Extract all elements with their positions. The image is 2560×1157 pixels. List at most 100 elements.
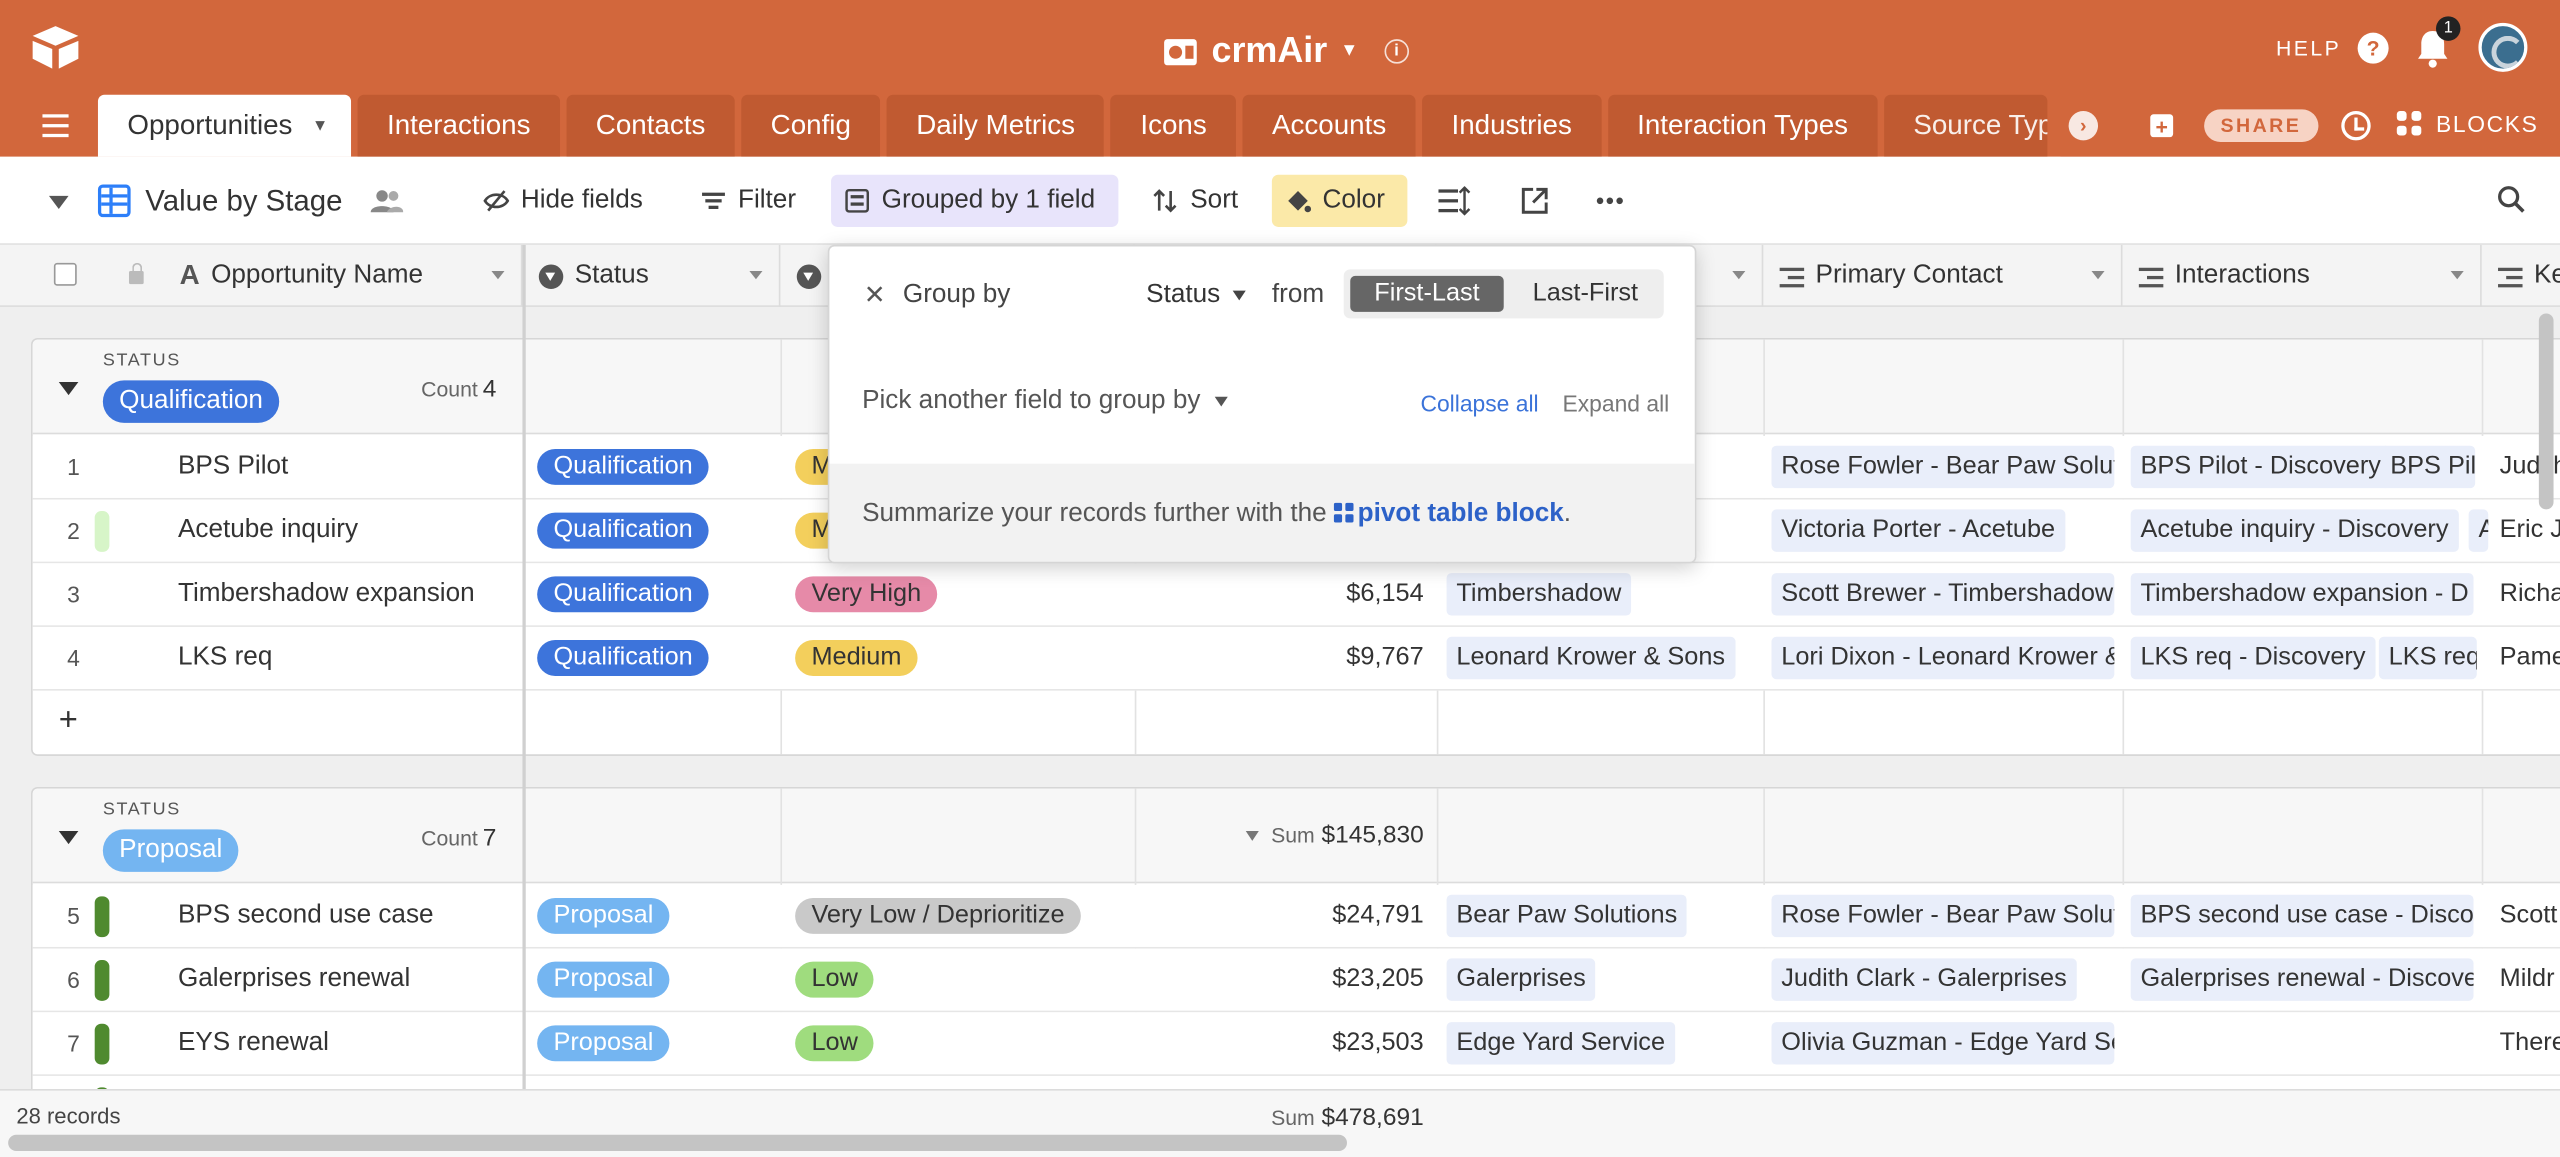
account-chip[interactable]: Galerprises <box>1446 958 1596 1001</box>
scroll-tabs-right-icon[interactable]: › <box>2068 111 2099 141</box>
table-row[interactable]: 7 EYS renewal Proposal Low $23,503 Edge … <box>32 1012 2560 1076</box>
account-chip[interactable]: Bear Paw Solutions <box>1446 894 1688 938</box>
tab-daily-metrics[interactable]: Daily Metrics <box>886 94 1105 157</box>
opportunity-name-cell[interactable]: EYS renewal <box>178 1029 329 1058</box>
chevron-down-icon[interactable] <box>2091 271 2105 280</box>
opportunity-name-cell[interactable]: Timbershadow expansion <box>178 580 475 609</box>
select-all-checkbox[interactable] <box>53 262 77 286</box>
search-icon[interactable] <box>2496 184 2525 213</box>
view-name[interactable]: Value by Stage <box>145 184 342 218</box>
ke-cell[interactable]: Richa <box>2489 573 2560 616</box>
color-button[interactable]: Color <box>1271 174 1408 227</box>
collapse-group-icon[interactable] <box>58 382 79 396</box>
interaction-chip[interactable]: Galerprises renewal - Discove <box>2130 958 2474 1001</box>
interaction-chip[interactable]: BPS second use case - Discov <box>2130 894 2474 938</box>
collapse-group-icon[interactable] <box>58 831 79 845</box>
blocks-button[interactable]: BLOCKS <box>2396 111 2539 137</box>
ke-cell[interactable]: Mildr <box>2489 958 2560 1001</box>
primary-contact-chip[interactable]: Olivia Guzman - Edge Yard Se <box>1771 1022 2115 1065</box>
total-sum[interactable]: Sum $478,691 <box>1136 1104 1424 1132</box>
interaction-chip[interactable]: BPS Pilot - Discovery <box>2130 445 2391 489</box>
views-sidebar-toggle-icon[interactable] <box>48 195 69 209</box>
amount-cell[interactable]: $9,767 <box>1136 643 1423 672</box>
chevron-down-icon[interactable] <box>749 271 763 280</box>
status-pill[interactable]: Qualification <box>537 640 710 676</box>
amount-cell[interactable]: $23,205 <box>1136 965 1423 994</box>
grouped-button[interactable]: Grouped by 1 field <box>831 174 1119 227</box>
chevron-down-icon[interactable] <box>491 271 505 280</box>
interaction-chip[interactable]: A <box>2468 509 2489 552</box>
priority-pill[interactable]: Medium <box>795 640 918 676</box>
share-view-icon[interactable] <box>1520 186 1549 215</box>
filter-button[interactable]: Filter <box>687 175 809 227</box>
tab-icons[interactable]: Icons <box>1110 94 1237 157</box>
more-icon[interactable] <box>1595 196 1624 206</box>
status-pill[interactable]: Proposal <box>537 1025 670 1062</box>
avatar[interactable] <box>2478 22 2528 72</box>
status-pill[interactable]: Qualification <box>537 448 710 485</box>
history-icon[interactable] <box>2341 111 2371 141</box>
info-icon[interactable]: i <box>1384 38 1409 63</box>
status-pill[interactable]: Qualification <box>537 576 710 613</box>
logo-icon[interactable] <box>29 23 81 72</box>
hide-fields-button[interactable]: Hide fields <box>470 175 656 227</box>
tab-interaction-types[interactable]: Interaction Types <box>1607 94 1878 157</box>
priority-pill[interactable]: Low <box>795 1025 875 1062</box>
tab-industries[interactable]: Industries <box>1422 94 1602 157</box>
status-pill[interactable]: Qualification <box>537 512 710 549</box>
opportunity-name-cell[interactable]: BPS second use case <box>178 901 434 930</box>
column-header-interactions[interactable]: Interactions <box>2123 244 2482 307</box>
help-button[interactable]: HELP ? <box>2276 32 2389 64</box>
app-title[interactable]: crmAir ▼ i <box>1162 26 1409 75</box>
last-first-option[interactable]: Last-First <box>1514 276 1658 312</box>
priority-pill[interactable]: Very High <box>795 576 938 613</box>
tab-source-types[interactable]: Source Typ <box>1883 94 2048 157</box>
table-row[interactable]: 4 LKS req Qualification Medium $9,767 Le… <box>32 626 2560 691</box>
status-pill[interactable]: Proposal <box>537 897 670 934</box>
group-sum[interactable]: Sum $145,830 <box>1136 821 1424 849</box>
vertical-scrollbar[interactable] <box>2538 313 2554 510</box>
ke-cell[interactable]: There <box>2489 1022 2560 1065</box>
chevron-down-icon[interactable] <box>1732 271 1746 280</box>
group-field-select[interactable]: Status <box>1146 281 1247 310</box>
amount-cell[interactable]: $24,791 <box>1136 901 1423 930</box>
primary-contact-chip[interactable]: Rose Fowler - Bear Paw Solut <box>1771 894 2115 938</box>
column-header-status[interactable]: Status <box>522 244 781 307</box>
amount-cell[interactable]: $23,503 <box>1136 1029 1423 1058</box>
table-row[interactable]: 3 Timbershadow expansion Qualification V… <box>32 563 2560 627</box>
ke-cell[interactable]: Scott <box>2489 894 2560 938</box>
opportunity-name-cell[interactable]: Galerprises renewal <box>178 965 410 994</box>
priority-pill[interactable]: Low <box>795 961 875 998</box>
interaction-chip[interactable]: BPS Pil <box>2380 445 2476 489</box>
primary-contact-chip[interactable]: Scott Brewer - Timbershadow <box>1771 573 2115 616</box>
tab-interactions[interactable]: Interactions <box>357 94 560 157</box>
pick-another-field-button[interactable]: Pick another field to group by <box>862 387 1229 416</box>
interaction-chip[interactable]: Timbershadow expansion - D <box>2130 573 2474 616</box>
chevron-down-icon[interactable]: ▼ <box>312 117 328 135</box>
ke-cell[interactable]: Eric Ja <box>2489 509 2560 552</box>
expand-all-link[interactable]: Expand all <box>1562 390 1669 416</box>
tab-config[interactable]: Config <box>741 94 881 157</box>
primary-contact-chip[interactable]: Victoria Porter - Acetube <box>1771 509 2065 552</box>
add-table-icon[interactable]: + <box>2150 113 2174 138</box>
ke-cell[interactable]: Pame <box>2489 636 2560 680</box>
account-chip[interactable]: Edge Yard Service <box>1446 1022 1675 1065</box>
priority-pill[interactable]: Very Low / Deprioritize <box>795 897 1081 934</box>
primary-contact-chip[interactable]: Lori Dixon - Leonard Krower & <box>1771 636 2115 680</box>
chevron-down-icon[interactable]: ▼ <box>1340 41 1358 61</box>
amount-cell[interactable]: $6,154 <box>1136 580 1423 609</box>
tab-accounts[interactable]: Accounts <box>1242 94 1416 157</box>
interaction-chip[interactable]: Acetube inquiry - Discovery <box>2130 509 2459 552</box>
column-header-ke[interactable]: Ke <box>2482 245 2560 307</box>
primary-contact-chip[interactable]: Judith Clark - Galerprises <box>1771 958 2077 1001</box>
horizontal-scrollbar[interactable] <box>8 1134 1347 1152</box>
add-row-button[interactable]: + <box>33 692 2560 754</box>
account-chip[interactable]: Timbershadow <box>1446 573 1632 616</box>
remove-group-icon[interactable]: ✕ <box>864 279 886 312</box>
first-last-option[interactable]: First-Last <box>1350 275 1504 312</box>
table-row[interactable]: 5 BPS second use case Proposal Very Low … <box>32 884 2560 949</box>
menu-icon[interactable] <box>42 114 69 138</box>
opportunity-name-cell[interactable]: BPS Pilot <box>178 452 288 481</box>
status-pill[interactable]: Proposal <box>537 961 670 998</box>
account-chip[interactable]: Leonard Krower & Sons <box>1446 636 1735 680</box>
